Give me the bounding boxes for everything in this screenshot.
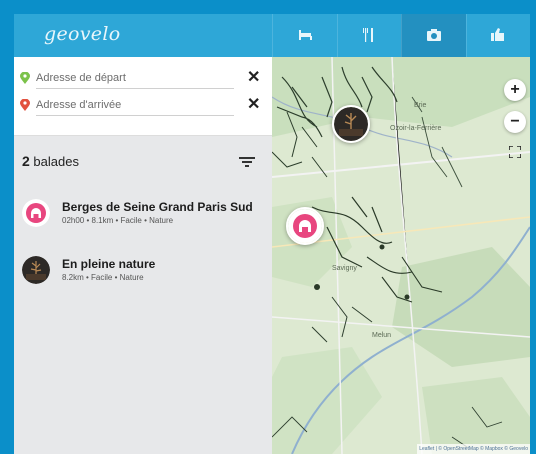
list-item[interactable]: En pleine nature 8.2km • Facile • Nature xyxy=(14,249,272,293)
clear-start-button[interactable]: ✕ xyxy=(247,70,260,86)
nav-tab-food[interactable] xyxy=(336,14,402,57)
walk-title: En pleine nature xyxy=(62,257,156,271)
end-address-input[interactable] xyxy=(36,94,234,116)
walk-thumbnail-berges xyxy=(22,199,50,227)
map-tiles xyxy=(272,57,530,454)
zoom-out-button[interactable]: − xyxy=(504,111,526,133)
results-count-number: 2 xyxy=(22,153,30,169)
thumbs-up-icon xyxy=(491,28,505,41)
map-view[interactable]: Brie Ozoir-la-Ferrière Savigny Melun + −… xyxy=(272,57,530,454)
map-place-label: Savigny xyxy=(332,265,357,272)
map-place-label: Ozoir-la-Ferrière xyxy=(390,125,442,132)
app-window: geovelo ✕ xyxy=(14,14,530,454)
walk-thumbnail-nature xyxy=(22,256,50,284)
start-row: ✕ xyxy=(14,65,272,91)
map-place-label: Brie xyxy=(414,102,427,109)
walk-meta: 8.2km • Facile • Nature xyxy=(62,273,144,282)
fullscreen-icon[interactable] xyxy=(509,146,521,158)
list-item[interactable]: Berges de Seine Grand Paris Sud 02h00 • … xyxy=(14,192,272,236)
walk-marker-berges[interactable] xyxy=(286,207,324,245)
zoom-in-button[interactable]: + xyxy=(504,79,526,101)
clear-end-button[interactable]: ✕ xyxy=(247,97,260,113)
end-row: ✕ xyxy=(14,92,272,118)
bed-icon xyxy=(298,29,312,40)
map-attribution[interactable]: Leaflet | © OpenStreetMap © Mapbox © Geo… xyxy=(417,444,530,454)
sidebar: ✕ ✕ 2 balades Berges de Seine Grand Pari… xyxy=(14,57,272,454)
nav-tab-lodging[interactable] xyxy=(272,14,337,57)
restaurant-icon xyxy=(363,27,374,42)
map-place-label: Melun xyxy=(372,332,392,339)
top-bar: geovelo xyxy=(14,14,530,57)
camera-icon xyxy=(426,28,441,41)
walk-title: Berges de Seine Grand Paris Sud xyxy=(62,200,253,214)
walk-marker-nature[interactable] xyxy=(332,105,370,143)
nav-tab-recommended[interactable] xyxy=(465,14,531,57)
end-pin-icon xyxy=(20,99,30,111)
filter-icon[interactable] xyxy=(239,156,255,168)
results-count-label: balades xyxy=(33,154,79,169)
start-pin-icon xyxy=(20,72,30,84)
screenshot-frame: geovelo ✕ xyxy=(0,0,536,454)
nav-tab-sights[interactable] xyxy=(401,14,466,57)
app-logo[interactable]: geovelo xyxy=(44,23,120,45)
start-address-input[interactable] xyxy=(36,67,234,89)
results-count: 2 balades xyxy=(22,153,79,169)
results-header: 2 balades xyxy=(14,146,272,174)
category-nav xyxy=(272,14,530,57)
address-form: ✕ ✕ xyxy=(14,57,272,136)
walk-meta: 02h00 • 8.1km • Facile • Nature xyxy=(62,216,174,225)
